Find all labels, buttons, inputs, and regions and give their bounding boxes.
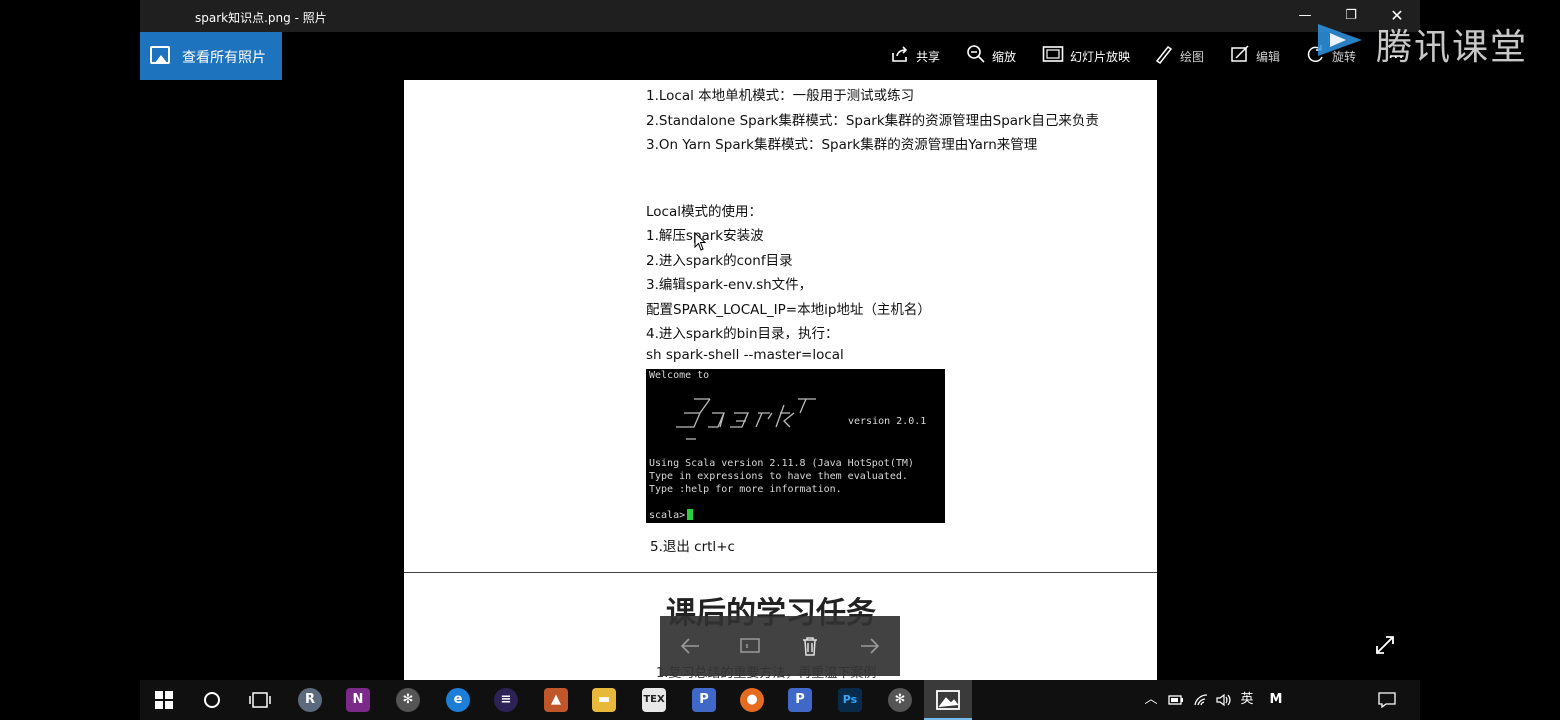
title-bar: spark知识点.png - 照片 — ❐ ✕ — [140, 0, 1420, 32]
matlab-icon[interactable]: ▲ — [532, 680, 580, 720]
screen: spark知识点.png - 照片 — ❐ ✕ 查看所有照片 共享 缩放 幻灯片… — [0, 0, 1560, 720]
share-button[interactable]: 共享 — [890, 32, 940, 80]
spark-shell-terminal: Welcome to version 2.0.1 Using Scala ver… — [646, 369, 945, 523]
r-studio-icon[interactable]: R — [286, 680, 334, 720]
doc-line-8: 配置SPARK_LOCAL_IP=本地ip地址（主机名） — [646, 302, 931, 318]
windows-taskbar: R N ✻ e ≡ ▲ ▬ TEX P ● P Ps ✻ ︿ 英 M — [140, 680, 1420, 720]
volume-icon[interactable] — [1212, 680, 1236, 720]
pen-icon — [1154, 44, 1174, 68]
spark-ascii-logo-icon — [676, 398, 816, 440]
latex-icon[interactable]: TEX — [630, 680, 678, 720]
doc-line-4: Local模式的使用： — [646, 204, 762, 220]
onenote-icon[interactable]: N — [334, 680, 382, 720]
cortana-icon[interactable] — [188, 680, 236, 720]
photo-document-page: 1.Local 本地单机模式：一般用于测试或练习 2.Standalone Sp… — [404, 80, 1157, 680]
battery-icon[interactable] — [1164, 680, 1188, 720]
photo-gallery-icon — [150, 46, 170, 64]
edit-photo-icon — [1230, 44, 1250, 68]
tencent-classroom-watermark: 腾讯课堂 — [1312, 18, 1532, 68]
window-title: spark知识点.png - 照片 — [195, 11, 327, 25]
pinwheel-app-icon[interactable]: ✻ — [384, 680, 432, 720]
watermark-text: 腾讯课堂 — [1376, 27, 1529, 68]
terminal-prompt: scala> — [649, 510, 686, 521]
pinwheel-app-2-icon[interactable]: ✻ — [876, 680, 924, 720]
section-divider — [404, 572, 1157, 573]
slideshow-icon — [1042, 45, 1064, 67]
draw-label: 绘图 — [1180, 49, 1205, 64]
terminal-scala-line: Using Scala version 2.11.8 (Java HotSpot… — [649, 458, 914, 469]
doc-line-6: 2.进入spark的conf目录 — [646, 253, 793, 269]
photo-navigation-bar-overlay — [660, 616, 900, 676]
wifi-icon[interactable] — [1190, 680, 1212, 720]
eclipse-icon[interactable]: ≡ — [482, 680, 530, 720]
doc-line-2: 2.Standalone Spark集群模式：Spark集群的资源管理由Spar… — [646, 113, 1099, 129]
terminal-welcome: Welcome to — [649, 370, 710, 381]
doc-line-1: 1.Local 本地单机模式：一般用于测试或练习 — [646, 88, 915, 104]
ime-mode-icon[interactable]: M — [1264, 680, 1288, 720]
zoom-label: 缩放 — [992, 49, 1017, 64]
photo-toolbar: 查看所有照片 共享 缩放 幻灯片放映 绘图 编辑 旋转 ⋯ — [140, 32, 1420, 80]
doc-line-7: 3.编辑spark-env.sh文件， — [646, 277, 813, 293]
edge-icon[interactable]: e — [434, 680, 482, 720]
zoom-button[interactable]: 缩放 — [966, 32, 1016, 80]
input-method-label[interactable]: 英 — [1236, 680, 1258, 720]
share-label: 共享 — [916, 49, 941, 64]
photoshop-icon[interactable]: Ps — [826, 680, 874, 720]
action-center-icon[interactable] — [1372, 680, 1402, 720]
mouse-pointer-icon — [694, 232, 707, 251]
fullscreen-expand-icon-overlay[interactable] — [1374, 634, 1396, 656]
pycharm-icon[interactable]: P — [680, 680, 728, 720]
edit-button[interactable]: 编辑 — [1230, 32, 1280, 80]
terminal-type-line: Type in expressions to have them evaluat… — [649, 471, 908, 482]
doc-line-9: 4.进入spark的bin目录，执行： — [646, 326, 839, 342]
edit-label: 编辑 — [1256, 49, 1281, 64]
pycharm-2-icon[interactable]: P — [776, 680, 824, 720]
terminal-cursor — [687, 509, 694, 520]
firefox-icon[interactable]: ● — [728, 680, 776, 720]
terminal-version: version 2.0.1 — [848, 416, 927, 427]
doc-line-10: sh spark-shell --master=local — [646, 347, 844, 363]
slideshow-small-icon[interactable] — [720, 616, 780, 676]
magnifier-minus-icon — [966, 44, 986, 68]
show-hidden-icons-chevron-icon[interactable]: ︿ — [1140, 680, 1162, 720]
previous-arrow-icon[interactable] — [660, 616, 720, 676]
slideshow-button[interactable]: 幻灯片放映 — [1042, 32, 1130, 80]
task-view-icon[interactable] — [236, 680, 284, 720]
doc-line-3: 3.On Yarn Spark集群模式：Spark集群的资源管理由Yarn来管理 — [646, 137, 1038, 153]
see-all-photos-button[interactable]: 查看所有照片 — [140, 32, 282, 80]
doc-exit-line: 5.退出 crtl+c — [650, 539, 735, 555]
windows-start-icon[interactable] — [140, 680, 188, 720]
delete-trash-icon[interactable] — [780, 616, 840, 676]
slideshow-label: 幻灯片放映 — [1070, 49, 1131, 64]
next-arrow-icon[interactable] — [840, 616, 900, 676]
draw-button[interactable]: 绘图 — [1154, 32, 1204, 80]
terminal-prompt-line: scala> — [649, 509, 694, 521]
terminal-help-line: Type :help for more information. — [649, 484, 842, 495]
share-icon — [890, 45, 910, 67]
photos-icon[interactable] — [924, 680, 972, 720]
see-all-photos-label: 查看所有照片 — [182, 50, 266, 66]
file-explorer-icon[interactable]: ▬ — [580, 680, 628, 720]
play-logo-icon — [1318, 24, 1362, 56]
